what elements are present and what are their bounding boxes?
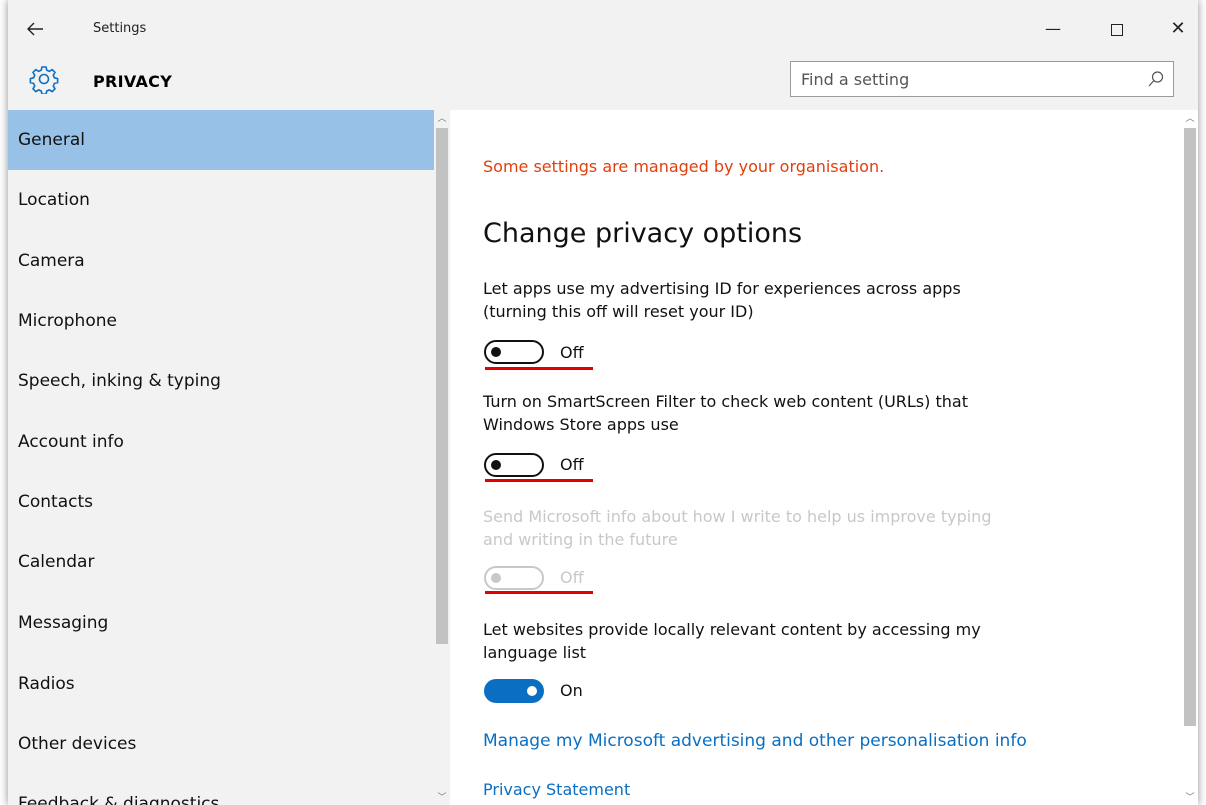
settings-window: Settings — ✕ PRIVACY General Location Ca… [8,0,1198,805]
sidebar-item-location[interactable]: Location [8,170,434,230]
option-label-line: Windows Store apps use [483,415,679,434]
sidebar-item-other-devices[interactable]: Other devices [8,714,434,774]
option-label-advertising-id: Let apps use my advertising ID for exper… [483,277,1083,323]
managed-notice: Some settings are managed by your organi… [483,157,885,176]
toggle-typing-info [484,566,544,590]
sidebar-item-microphone[interactable]: Microphone [8,291,434,351]
option-label-line: language list [483,643,587,662]
scroll-down-icon[interactable]: ﹀ [434,790,450,803]
sidebar-item-speech[interactable]: Speech, inking & typing [8,351,434,411]
toggle-language-list[interactable] [484,679,544,703]
main-scroll-thumb[interactable] [1184,128,1196,726]
toggle-state-label: Off [560,343,584,362]
annotation-underline [485,591,593,594]
search-input[interactable] [791,62,1121,96]
close-button[interactable]: ✕ [1158,14,1198,44]
toggle-state-label: Off [560,568,584,587]
annotation-underline [485,367,593,370]
sidebar-item-camera[interactable]: Camera [8,231,434,291]
arrow-left-icon [27,22,43,36]
scroll-up-icon[interactable]: ︿ [1182,111,1198,124]
toggle-state-label: On [560,681,583,700]
page-title: PRIVACY [93,72,173,91]
header: PRIVACY [8,56,1198,110]
gear-icon [29,66,59,94]
back-button[interactable] [26,16,56,46]
sidebar-item-general[interactable]: General [8,110,434,170]
main-content: Some settings are managed by your organi… [450,110,1198,805]
manage-advertising-link[interactable]: Manage my Microsoft advertising and othe… [483,731,1027,751]
sidebar-item-feedback[interactable]: Feedback & diagnostics [8,774,434,805]
option-label-line: Let apps use my advertising ID for exper… [483,279,961,298]
section-heading: Change privacy options [483,218,803,249]
sidebar-scrollbar[interactable]: ︿ ﹀ [434,110,450,805]
main-scrollbar[interactable]: ︿ ﹀ [1182,110,1198,805]
privacy-statement-link[interactable]: Privacy Statement [483,780,630,799]
search-icon[interactable] [1147,70,1165,88]
option-label-line: Send Microsoft info about how I write to… [483,507,992,526]
maximize-button[interactable] [1097,14,1137,44]
sidebar-scroll-thumb[interactable] [436,128,448,644]
annotation-underline [485,479,593,482]
maximize-icon [1111,23,1123,36]
app-title: Settings [93,21,147,36]
option-label-line: (turning this off will reset your ID) [483,302,754,321]
sidebar-item-contacts[interactable]: Contacts [8,472,434,532]
option-label-language-list: Let websites provide locally relevant co… [483,618,1083,664]
sidebar: General Location Camera Microphone Speec… [8,110,450,805]
scroll-down-icon[interactable]: ﹀ [1182,790,1198,803]
option-label-line: Turn on SmartScreen Filter to check web … [483,392,968,411]
option-label-typing-info: Send Microsoft info about how I write to… [483,505,1083,551]
scroll-up-icon[interactable]: ︿ [434,111,450,124]
toggle-state-label: Off [560,455,584,474]
toggle-smartscreen[interactable] [484,453,544,477]
search-box[interactable] [790,61,1174,97]
sidebar-item-radios[interactable]: Radios [8,654,434,714]
option-label-line: Let websites provide locally relevant co… [483,620,981,639]
sidebar-item-account-info[interactable]: Account info [8,412,434,472]
title-bar: Settings — ✕ [8,0,1198,56]
minimize-button[interactable]: — [1033,14,1073,44]
sidebar-item-messaging[interactable]: Messaging [8,593,434,653]
sidebar-item-calendar[interactable]: Calendar [8,532,434,592]
option-label-smartscreen: Turn on SmartScreen Filter to check web … [483,390,1083,436]
toggle-advertising-id[interactable] [484,340,544,364]
option-label-line: and writing in the future [483,530,678,549]
